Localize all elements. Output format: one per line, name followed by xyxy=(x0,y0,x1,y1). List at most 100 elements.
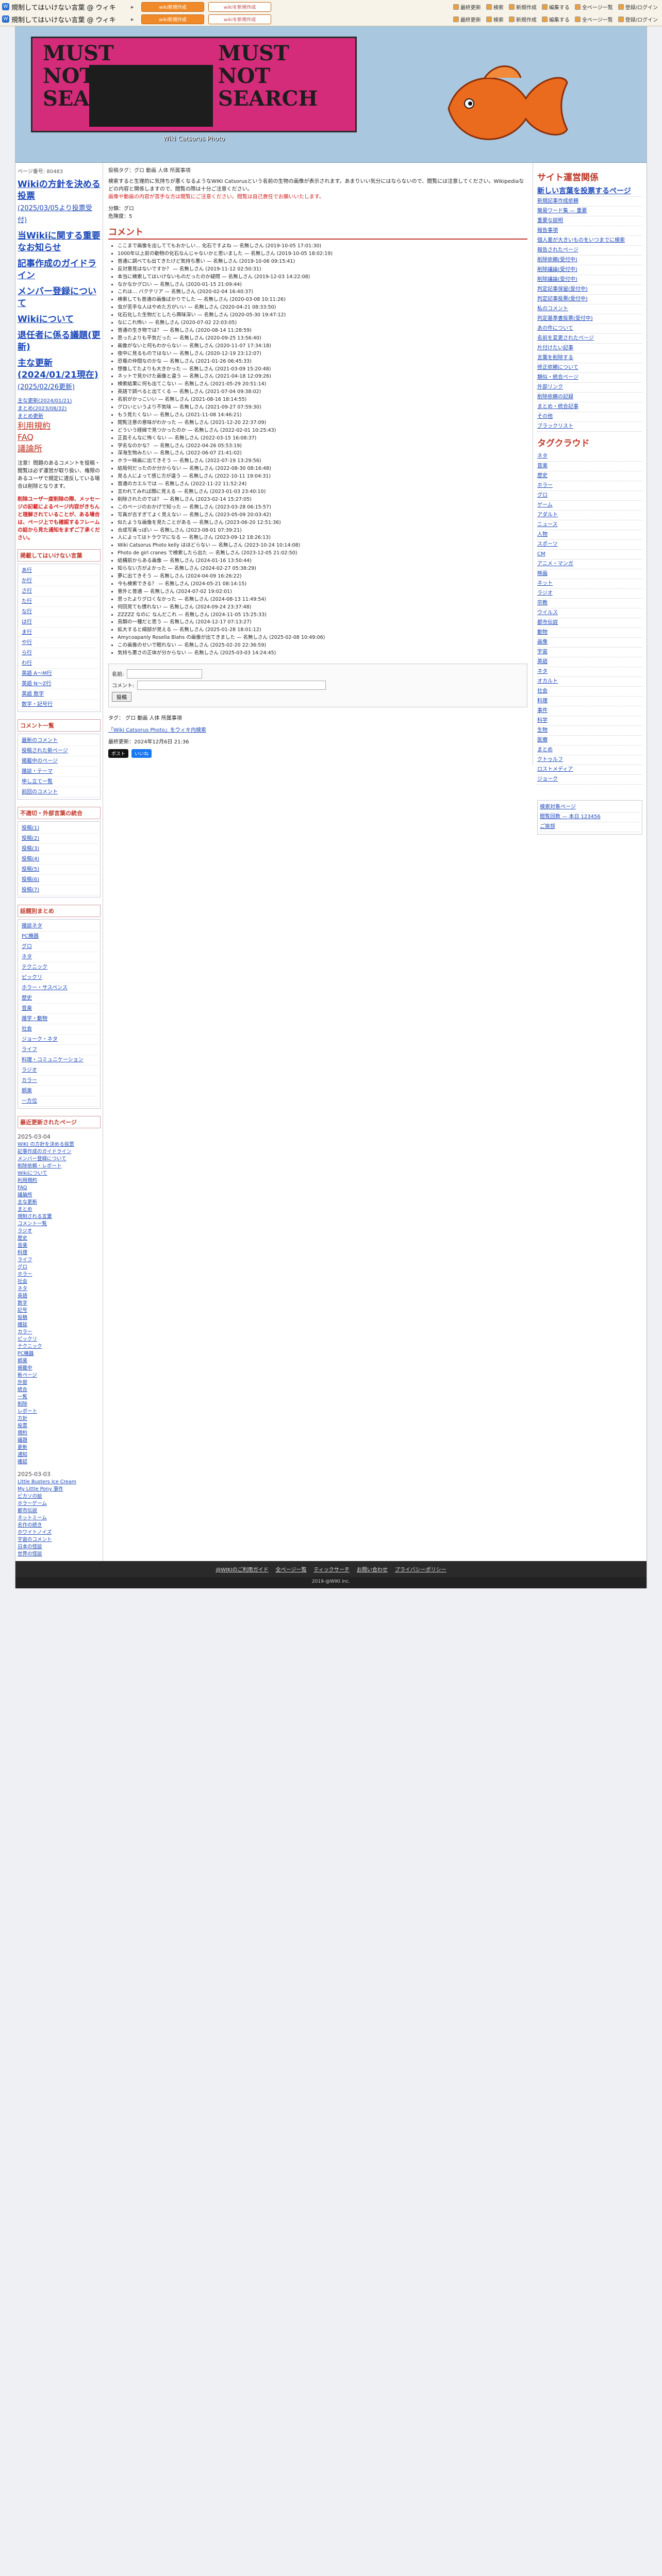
recent-page-link[interactable]: 日本の怪談 xyxy=(18,1544,101,1551)
recent-page-link[interactable]: 投票 xyxy=(18,1422,101,1430)
new-page-link-2[interactable]: 新規作成 xyxy=(508,15,537,23)
tag-link[interactable]: ネタ xyxy=(537,667,642,677)
recent-page-link[interactable]: 都市伝説 xyxy=(18,1507,101,1515)
major-nav-notice[interactable]: 当Wikiに関する重要なお知らせ xyxy=(18,230,101,254)
kana-link[interactable]: ら行 xyxy=(20,648,98,658)
kana-link[interactable]: は行 xyxy=(20,617,98,628)
topic-link[interactable]: PC機器 xyxy=(20,931,98,942)
tag-link[interactable]: 映画 xyxy=(537,569,642,579)
comments-index-link[interactable]: 投稿された新ページ xyxy=(20,746,98,756)
recent-page-link[interactable]: 音楽 xyxy=(18,1242,101,1249)
topic-link[interactable]: 一方位 xyxy=(20,1096,98,1107)
topic-link[interactable]: ライフ xyxy=(20,1045,98,1055)
tag-link[interactable]: ネタ xyxy=(537,452,642,462)
new-page-link[interactable]: 新規作成 xyxy=(508,3,537,11)
management-link[interactable]: 削除議論(受付中) xyxy=(537,265,642,275)
recent-page-link[interactable]: カラー xyxy=(18,1329,101,1336)
recent-page-link[interactable]: 方針 xyxy=(18,1415,101,1422)
tag-link[interactable]: ラジオ xyxy=(537,589,642,599)
latest-update-link[interactable]: 最終更新 xyxy=(453,3,481,11)
recent-page-link[interactable]: FAQ xyxy=(18,1184,101,1192)
recent-page-link[interactable]: グロ xyxy=(18,1264,101,1271)
recent-page-link[interactable]: 記号 xyxy=(18,1307,101,1314)
all-pages-link[interactable]: 全ページ一覧 xyxy=(574,3,613,11)
tag-link[interactable]: オカルト xyxy=(537,677,642,687)
recent-page-link[interactable]: Little Busters Ice Cream xyxy=(18,1479,101,1486)
management-link[interactable]: 個人差が大きいものをいつまでに検索 xyxy=(537,236,642,246)
recent-page-link[interactable]: 削除 xyxy=(18,1401,101,1408)
recent-page-link[interactable]: PC機器 xyxy=(18,1350,101,1358)
management-link[interactable]: 削除依頼(受付中) xyxy=(537,256,642,265)
topic-link[interactable]: 音楽 xyxy=(20,1004,98,1014)
small-link[interactable]: 主な更新(2024/01/21) xyxy=(18,397,101,405)
recent-page-link[interactable]: 一覧 xyxy=(18,1394,101,1401)
topic-link[interactable]: 娯楽 xyxy=(20,1086,98,1096)
kana-link[interactable]: ま行 xyxy=(20,628,98,638)
management-link[interactable]: 判定基準書投票(受付中) xyxy=(537,314,642,324)
kana-link[interactable]: か行 xyxy=(20,576,98,586)
recent-page-link[interactable]: 新ページ xyxy=(18,1372,101,1379)
recent-page-link[interactable]: コメント一覧 xyxy=(18,1221,101,1228)
management-link[interactable]: 報告されたページ xyxy=(537,246,642,256)
tag-link[interactable]: 科学 xyxy=(537,716,642,726)
recent-page-link[interactable]: メンバー登録について xyxy=(18,1156,101,1163)
kana-link[interactable]: わ行 xyxy=(20,658,98,669)
tag-link[interactable]: クトゥルフ xyxy=(537,755,642,765)
recent-page-link[interactable]: 規制される言葉 xyxy=(18,1213,101,1221)
recent-page-link[interactable]: 投稿 xyxy=(18,1314,101,1321)
recent-page-link[interactable]: ラジオ xyxy=(18,1228,101,1235)
pending-link[interactable]: 投稿(3) xyxy=(20,844,98,854)
recent-page-link[interactable]: 宇宙のコメント xyxy=(18,1536,101,1544)
faq-link[interactable]: FAQ xyxy=(18,432,101,443)
comments-index-link[interactable]: 最新のコメント xyxy=(20,736,98,746)
recent-page-link[interactable]: Wikiについて xyxy=(18,1170,101,1177)
footer-link[interactable]: お問い合わせ xyxy=(357,1565,388,1573)
footer-link[interactable]: プライバシーポリシー xyxy=(395,1565,446,1573)
wiki-create-button[interactable]: wiki新規作成 xyxy=(141,2,204,12)
management-link[interactable]: 報告事項 xyxy=(537,226,642,236)
tag-link[interactable]: 英語 xyxy=(537,657,642,667)
comments-index-link[interactable]: 雑談・テーマ xyxy=(20,767,98,777)
login-link[interactable]: 登録/ログイン xyxy=(618,3,658,11)
management-link[interactable]: 修正依頼について xyxy=(537,363,642,373)
recent-page-link[interactable]: レポート xyxy=(18,1408,101,1415)
site-brand[interactable]: W 規制してはいけない言葉 @ ウィキ xyxy=(0,2,131,12)
management-link[interactable]: 削除議論(受付中) xyxy=(537,275,642,285)
terms-link[interactable]: 利用規約 xyxy=(18,420,101,432)
management-link[interactable]: 削除依頼の記録 xyxy=(537,393,642,402)
kana-link[interactable]: な行 xyxy=(20,607,98,617)
recent-page-link[interactable]: 名作の続き xyxy=(18,1522,101,1529)
footer-link[interactable]: 全ページ一覧 xyxy=(276,1565,307,1573)
search-link[interactable]: 検索 xyxy=(486,3,504,11)
edit-link[interactable]: 編集する xyxy=(541,3,570,11)
recent-page-link[interactable]: ライフ xyxy=(18,1257,101,1264)
wiki-create-button-2[interactable]: wiki新規作成 xyxy=(141,14,204,24)
comments-index-link[interactable]: 申し立て一覧 xyxy=(20,777,98,787)
chevron-right-icon[interactable]: ▸ xyxy=(131,4,141,10)
recent-page-link[interactable]: ネットミーム xyxy=(18,1515,101,1522)
recent-page-link[interactable]: 規約 xyxy=(18,1430,101,1437)
small-link[interactable]: まとめ更新 xyxy=(18,413,101,420)
recent-page-link[interactable]: 記事作成のガイドライン xyxy=(18,1148,101,1156)
tag-link[interactable]: 人物 xyxy=(537,530,642,540)
tag-link[interactable]: 社会 xyxy=(537,687,642,697)
recent-page-link[interactable]: 料理 xyxy=(18,1249,101,1257)
tag-link[interactable]: ニュース xyxy=(537,520,642,530)
wiki-new-button[interactable]: wikiを新規作成 xyxy=(208,2,271,12)
recent-page-link[interactable]: 歴史 xyxy=(18,1235,101,1242)
tag-link[interactable]: 生物 xyxy=(537,726,642,736)
tag-link[interactable]: アニメ・マンガ xyxy=(537,560,642,569)
topic-link[interactable]: ジョーク・ネタ xyxy=(20,1035,98,1045)
pending-link[interactable]: 投稿(7) xyxy=(20,885,98,895)
kana-link[interactable]: 数字・記号行 xyxy=(20,700,98,710)
recent-page-link[interactable]: ホラーゲーム xyxy=(18,1500,101,1507)
all-pages-link-2[interactable]: 全ページ一覧 xyxy=(574,15,613,23)
chevron-right-icon[interactable]: ▸ xyxy=(131,16,141,23)
recent-page-link[interactable]: 議論所 xyxy=(18,1192,101,1199)
tag-link[interactable]: 音楽 xyxy=(537,462,642,471)
kana-link[interactable]: た行 xyxy=(20,597,98,607)
management-link[interactable]: 私のコメント xyxy=(537,304,642,314)
stats-link[interactable]: 閲覧回数 — 本日 123456 xyxy=(540,812,640,822)
edit-link-2[interactable]: 編集する xyxy=(541,15,570,23)
like-button[interactable]: いいね xyxy=(131,749,152,758)
